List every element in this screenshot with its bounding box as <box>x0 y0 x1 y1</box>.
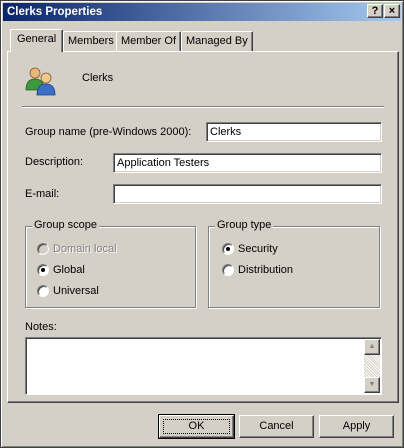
notes-scrollbar[interactable]: ▲ ▼ <box>364 339 380 393</box>
scroll-down-arrow-icon[interactable]: ▼ <box>364 377 380 393</box>
focus-rect <box>163 419 230 434</box>
properties-dialog: Clerks Properties ? × General Members Me… <box>0 0 404 448</box>
type-distribution-label: Distribution <box>238 264 294 276</box>
group-type-box: Group type Security Distribution <box>208 219 380 308</box>
users-group-icon <box>24 66 58 96</box>
general-tab-panel: Clerks Group name (pre-Windows 2000): Cl… <box>7 51 399 403</box>
group-type-title: Group type <box>215 219 274 231</box>
scroll-up-arrow-icon[interactable]: ▲ <box>364 339 380 355</box>
tab-member-of-label: Member Of <box>121 35 177 47</box>
apply-button[interactable]: Apply <box>319 415 394 438</box>
group-name-pre2000-label: Group name (pre-Windows 2000): <box>25 126 192 138</box>
header-separator <box>22 106 384 108</box>
email-label: E-mail: <box>25 188 60 200</box>
tab-general[interactable]: General <box>10 29 64 52</box>
tab-members[interactable]: Members <box>63 31 119 51</box>
scope-domain-local-label: Domain local <box>53 243 117 255</box>
scope-universal-label: Universal <box>53 285 99 297</box>
tab-member-of[interactable]: Member Of <box>116 31 182 51</box>
description-label: Description: <box>25 156 84 168</box>
group-scope-box: Group scope Domain local Global Universa… <box>25 219 196 308</box>
notes-textarea[interactable]: ▲ ▼ <box>25 337 382 395</box>
group-scope-title: Group scope <box>32 219 99 231</box>
close-button[interactable]: × <box>384 4 400 18</box>
notes-label: Notes: <box>25 321 57 333</box>
radio-selected-dot <box>41 268 45 272</box>
radio-selected-dot <box>226 247 230 251</box>
help-button[interactable]: ? <box>367 4 383 18</box>
tab-managed-by[interactable]: Managed By <box>181 31 253 51</box>
title-bar[interactable]: Clerks Properties <box>3 3 401 21</box>
group-name-heading: Clerks <box>82 72 114 84</box>
ok-button[interactable]: OK <box>158 414 235 439</box>
radio-circle <box>37 285 49 297</box>
group-name-pre2000-field[interactable]: Clerks <box>206 122 382 142</box>
tab-managed-by-label: Managed By <box>186 35 248 47</box>
type-security-label: Security <box>238 243 278 255</box>
radio-circle <box>37 243 49 255</box>
cancel-button[interactable]: Cancel <box>239 415 314 438</box>
email-field[interactable] <box>113 184 382 204</box>
scope-global-label: Global <box>53 264 85 276</box>
cancel-button-label: Cancel <box>259 420 294 432</box>
radio-circle <box>222 243 234 255</box>
tab-general-label: General <box>17 33 57 45</box>
window-title: Clerks Properties <box>7 6 103 18</box>
radio-circle <box>222 264 234 276</box>
radio-circle <box>37 264 49 276</box>
apply-button-label: Apply <box>342 420 371 432</box>
tab-members-label: Members <box>68 35 114 47</box>
description-field[interactable]: Application Testers <box>113 153 382 173</box>
